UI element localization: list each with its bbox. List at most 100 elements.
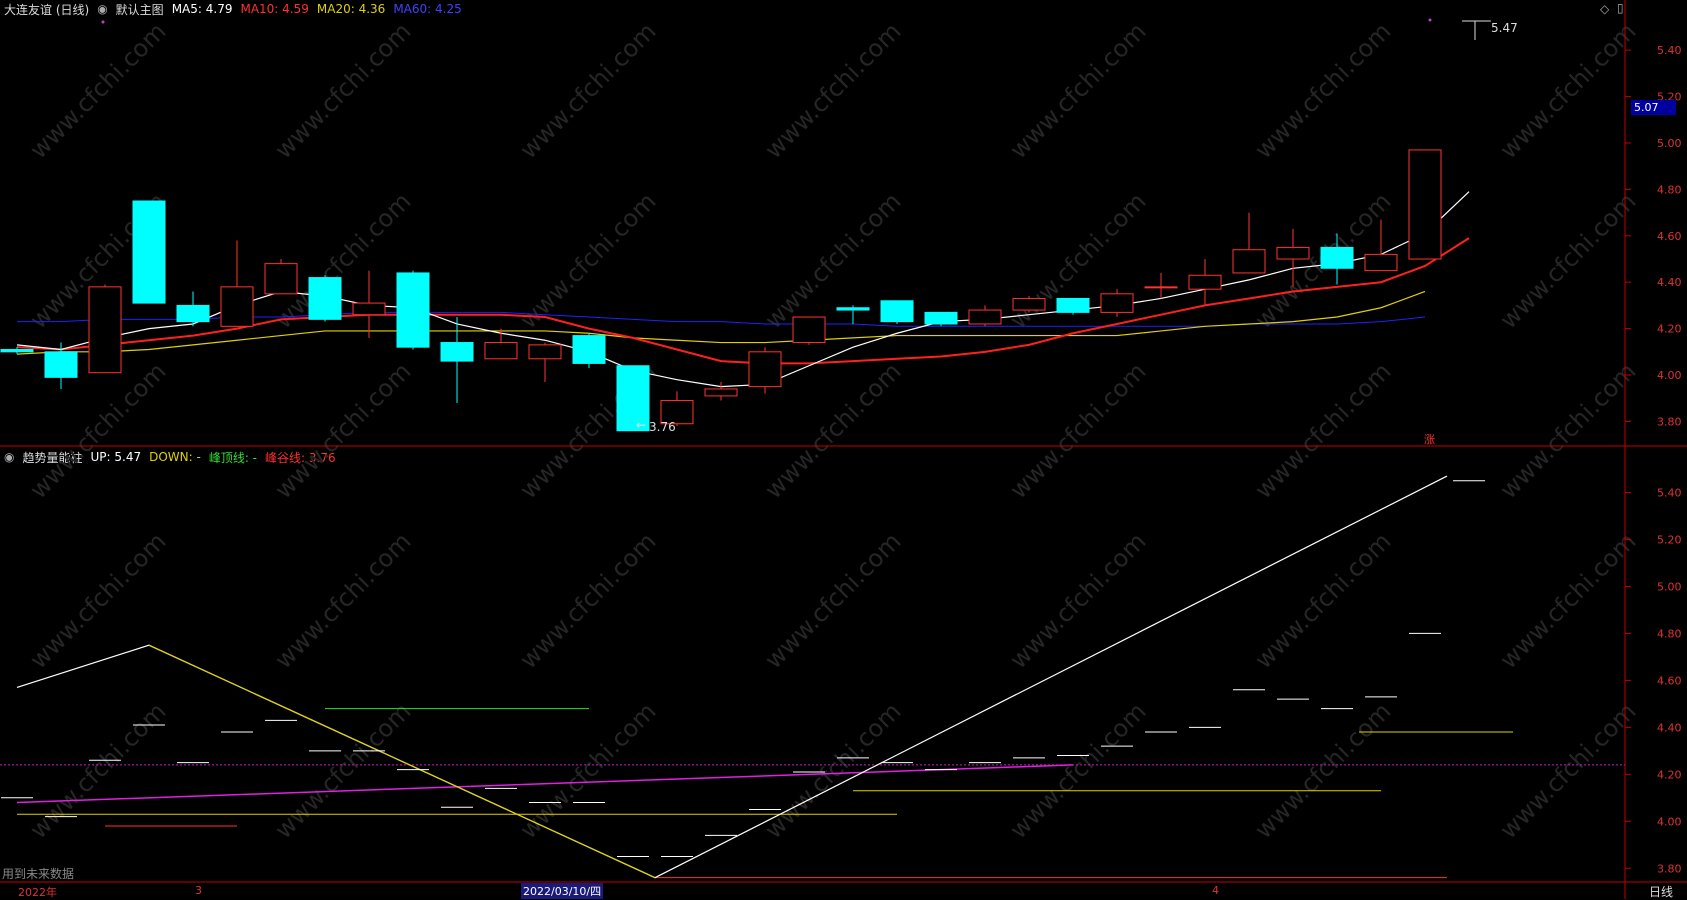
watermark-text: www.cfchi.com: [24, 17, 171, 164]
magenta-dot: [1428, 18, 1432, 22]
candle: [1100, 289, 1134, 318]
candle: [528, 342, 562, 382]
candle-body: [1188, 274, 1222, 290]
watermark-text: www.cfchi.com: [759, 17, 906, 164]
watermark-text: www.cfchi.com: [24, 527, 171, 674]
magenta-dot: [101, 20, 105, 24]
candle-body: [792, 316, 826, 344]
candle: [1012, 296, 1046, 313]
candle-body: [1232, 249, 1266, 274]
candle: [1232, 212, 1266, 274]
x-label-year: 2022年: [18, 886, 57, 899]
watermark-text: www.cfchi.com: [269, 357, 416, 504]
price-tick-label: 5.40: [1657, 44, 1682, 57]
candle: [484, 328, 518, 360]
candle-body: [1408, 149, 1442, 260]
candle-body: [528, 344, 562, 360]
candle: [88, 284, 122, 374]
indicator-tick-label: 4.40: [1657, 721, 1682, 734]
candle: [132, 200, 166, 304]
candle: [220, 240, 254, 327]
candle-body: [1320, 246, 1354, 269]
price-tick-label: 3.80: [1657, 415, 1682, 428]
price-tick-label: 4.40: [1657, 276, 1682, 289]
candle-body: [572, 335, 606, 364]
indicator-tick-label: 4.80: [1657, 627, 1682, 640]
watermark-text: www.cfchi.com: [1494, 17, 1641, 164]
candle-body: [968, 309, 1002, 325]
candle: [396, 270, 430, 350]
period-button[interactable]: 日线: [1649, 883, 1673, 900]
candle-body: [1144, 286, 1178, 289]
watermark-text: www.cfchi.com: [1249, 17, 1396, 164]
candle-body: [396, 272, 430, 348]
watermark-text: www.cfchi.com: [24, 357, 171, 504]
watermark-text: www.cfchi.com: [269, 527, 416, 674]
candle-body: [88, 286, 122, 374]
arrow-left-icon: ←: [636, 418, 647, 432]
candle-body: [1100, 293, 1134, 313]
candle-body: [1276, 246, 1310, 260]
candle: [264, 259, 298, 295]
candle: [308, 275, 342, 322]
candle-body: [132, 200, 166, 304]
candle-body: [880, 300, 914, 323]
indicator-tick-label: 4.20: [1657, 768, 1682, 781]
candle: [792, 316, 826, 345]
candle-body: [44, 351, 78, 378]
future-data-note: 用到未来数据: [2, 867, 75, 881]
candle: [1188, 259, 1222, 306]
candle-body: [1012, 297, 1046, 311]
watermark-text: www.cfchi.com: [1494, 187, 1641, 334]
candle: [748, 347, 782, 394]
watermark-text: www.cfchi.com: [1494, 357, 1641, 504]
watermark-text: www.cfchi.com: [1249, 697, 1396, 844]
candle-body: [308, 277, 342, 320]
candle-body: [264, 263, 298, 295]
price-tick-label: 4.80: [1657, 183, 1682, 196]
stock-chart[interactable]: www.cfchi.com www.cfchi.com www.cfchi.com w…: [0, 0, 1687, 899]
candle-body: [704, 388, 738, 397]
price-tick-label: 4.00: [1657, 369, 1682, 382]
candle: [1144, 272, 1178, 299]
indicator-tick-label: 5.40: [1657, 487, 1682, 500]
candle-body: [748, 351, 782, 388]
watermark-text: www.cfchi.com: [759, 527, 906, 674]
price-tick-label: 4.60: [1657, 230, 1682, 243]
watermark-text: www.cfchi.com: [514, 17, 661, 164]
watermark-text: www.cfchi.com: [1004, 697, 1151, 844]
candle-body: [924, 311, 958, 325]
candle: [1056, 297, 1090, 315]
up-line: [16, 475, 1448, 879]
candle: [176, 291, 210, 327]
candle: [1408, 149, 1442, 260]
candle-body: [836, 307, 870, 311]
cursor-date-label: 2022/03/10/四: [521, 883, 604, 899]
watermark-text: www.cfchi.com: [514, 187, 661, 334]
candle-body: [352, 302, 386, 316]
watermark-text: www.cfchi.com: [1004, 357, 1151, 504]
price-tick-label: 4.20: [1657, 323, 1682, 336]
watermark-text: www.cfchi.com: [514, 697, 661, 844]
candle: [924, 311, 958, 327]
candle-body: [484, 342, 518, 360]
watermark-text: www.cfchi.com: [759, 697, 906, 844]
indicator-tick-label: 5.20: [1657, 533, 1682, 546]
x-label-april: 4: [1212, 884, 1219, 897]
candle: [572, 333, 606, 369]
candle: [836, 305, 870, 324]
current-price-tag: 5.07: [1631, 100, 1676, 115]
watermark-text: www.cfchi.com: [24, 697, 171, 844]
watermark-text: www.cfchi.com: [1494, 527, 1641, 674]
watermark-text: www.cfchi.com: [1494, 697, 1641, 844]
watermark-text: www.cfchi.com: [1249, 357, 1396, 504]
candle-body: [440, 342, 474, 362]
high-price-marker: 5.47: [1491, 21, 1518, 35]
watermark-text: www.cfchi.com: [269, 17, 416, 164]
watermark-text: www.cfchi.com: [1249, 527, 1396, 674]
candle-body: [1056, 297, 1090, 313]
x-label-march: 3: [195, 884, 202, 897]
candle: [880, 300, 914, 324]
candle-body: [220, 286, 254, 327]
watermark-text: www.cfchi.com: [1004, 17, 1151, 164]
